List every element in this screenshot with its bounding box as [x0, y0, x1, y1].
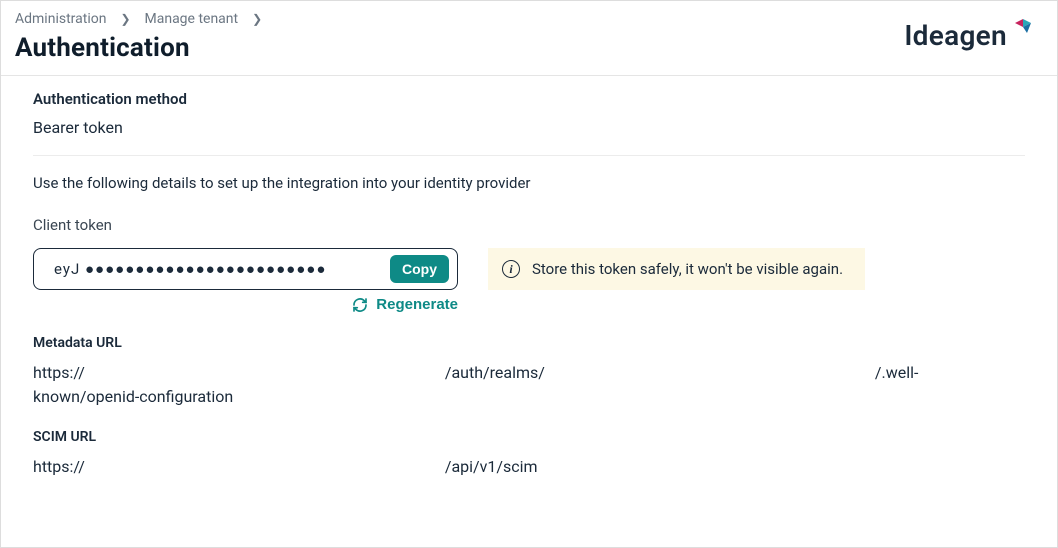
page-title: Authentication [15, 33, 262, 63]
brand-logo-text: Ideagen [904, 19, 1007, 52]
regenerate-label: Regenerate [376, 296, 458, 313]
refresh-icon [352, 297, 368, 313]
scim-url-value: https:///api/v1/scim [33, 455, 1025, 479]
breadcrumb-administration[interactable]: Administration [15, 11, 106, 27]
chevron-right-icon: ❯ [120, 12, 130, 26]
metadata-url-value: https:///auth/realms//.well- known/openi… [33, 361, 1025, 409]
integration-instruction: Use the following details to set up the … [33, 174, 1025, 192]
auth-method-value: Bearer token [33, 118, 1025, 137]
breadcrumb: Administration ❯ Manage tenant ❯ [15, 11, 262, 27]
metadata-url-label: Metadata URL [33, 335, 1025, 351]
section-divider [33, 155, 1025, 156]
client-token-field[interactable]: eyJ ●●●●●●●●●●●●●●●●●●●●●●●● Copy [33, 248, 458, 290]
content-area: Authentication method Bearer token Use t… [1, 76, 1057, 513]
scim-url-label: SCIM URL [33, 429, 1025, 445]
token-safety-text: Store this token safely, it won't be vis… [532, 260, 843, 278]
brand-logo: Ideagen [904, 19, 1033, 52]
copy-token-button[interactable]: Copy [390, 255, 449, 283]
info-icon: i [502, 260, 520, 278]
token-safety-info: i Store this token safely, it won't be v… [488, 248, 865, 290]
regenerate-token-button[interactable]: Regenerate [352, 296, 458, 313]
breadcrumb-manage-tenant[interactable]: Manage tenant [145, 11, 239, 27]
client-token-value: eyJ ●●●●●●●●●●●●●●●●●●●●●●●● [54, 260, 390, 278]
page-header: Administration ❯ Manage tenant ❯ Authent… [1, 1, 1057, 76]
client-token-label: Client token [33, 216, 1025, 234]
brand-logo-mark-icon [1013, 17, 1033, 39]
auth-method-label: Authentication method [33, 90, 1025, 108]
chevron-right-icon: ❯ [252, 12, 262, 26]
